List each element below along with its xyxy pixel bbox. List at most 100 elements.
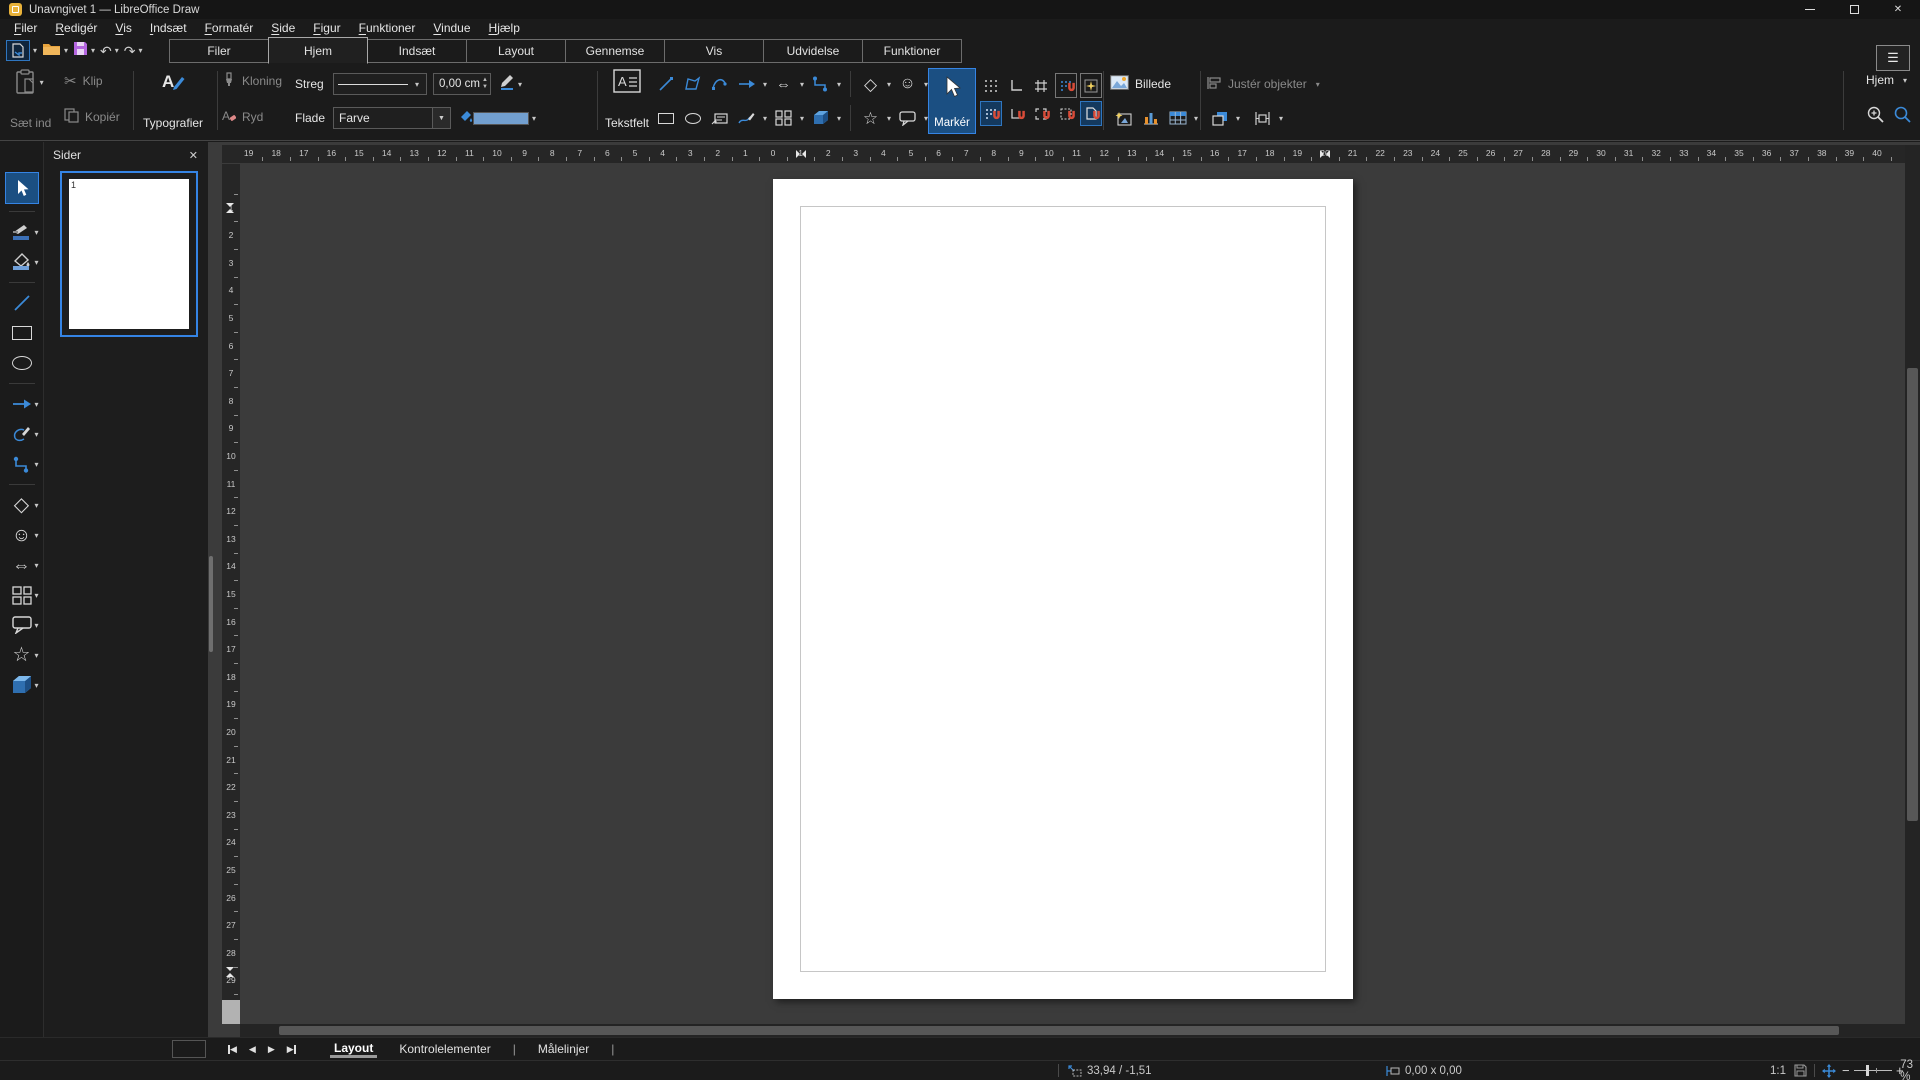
lines-arrows-dropdown[interactable]: ▾ [32, 400, 42, 409]
fill-color-button[interactable]: ▾ [459, 109, 539, 128]
menu-formater[interactable]: Formatér [196, 19, 263, 38]
redo-button[interactable]: ↷ ▾ [124, 44, 146, 58]
open-dropdown[interactable]: ▾ [61, 46, 71, 55]
connector-tool[interactable] [807, 71, 834, 98]
line-color-dropdown[interactable]: ▾ [515, 80, 525, 89]
minimize-button[interactable] [1788, 0, 1832, 19]
paste-dropdown[interactable]: ▾ [37, 78, 47, 87]
callouts-button[interactable]: ▾ [2, 610, 42, 640]
line-tool[interactable] [652, 71, 679, 98]
vertical-text-tool[interactable] [706, 105, 733, 132]
save-dropdown[interactable]: ▾ [88, 46, 98, 55]
snap-to-page-active-toggle[interactable] [1080, 101, 1102, 126]
styles-button[interactable]: A Typografier [139, 63, 207, 135]
stars-button[interactable]: ☆ ▾ [2, 640, 42, 670]
distribute-dropdown[interactable]: ▾ [1276, 114, 1286, 123]
spinner-arrows[interactable]: ▲▼ [482, 77, 488, 90]
connector-dropdown[interactable]: ▾ [834, 80, 844, 89]
snap-to-object-frame-toggle[interactable] [1055, 101, 1077, 126]
fill-type-dropdown-button[interactable]: ▼ [432, 108, 450, 128]
zoom-dialog-button[interactable] [1893, 105, 1912, 129]
image-effects-button[interactable] [1110, 105, 1137, 132]
fill-color-tool-button[interactable]: ▾ [2, 247, 42, 277]
redo-dropdown[interactable]: ▾ [135, 46, 145, 55]
callouts-tool[interactable] [894, 105, 921, 132]
snap-to-grid-active-toggle[interactable] [980, 101, 1002, 126]
tab-funktioner[interactable]: Funktioner [862, 39, 962, 63]
last-page-button[interactable]: ▶ [287, 1044, 296, 1055]
symbol-shapes-sb-dropdown[interactable]: ▾ [32, 531, 42, 540]
select-button[interactable]: Markér [928, 68, 976, 134]
horizontal-scrollbar-thumb[interactable] [279, 1026, 1839, 1035]
align-dropdown[interactable]: ▾ [1313, 80, 1323, 89]
curve-tool[interactable] [706, 71, 733, 98]
align-objects-button[interactable]: Justér objekter ▾ [1206, 71, 1323, 97]
fill-type-select[interactable]: Farve ▼ [333, 107, 451, 129]
tab-filer[interactable]: Filer [169, 39, 269, 63]
undo-dropdown[interactable]: ▾ [112, 46, 122, 55]
stars-sb-dropdown[interactable]: ▾ [32, 651, 42, 660]
3d-objects-dropdown[interactable]: ▾ [834, 114, 844, 123]
menu-indsaet[interactable]: Indsæt [141, 19, 196, 38]
menu-side[interactable]: Side [262, 19, 304, 38]
zoom-out-button[interactable]: − [1842, 1061, 1850, 1080]
select-tool-button[interactable] [5, 172, 39, 204]
tab-udvidelse[interactable]: Udvidelse [763, 39, 863, 63]
previous-page-button[interactable]: ◀ [249, 1044, 256, 1055]
vruler-margin-marker[interactable] [226, 203, 235, 213]
snap-to-object-points-toggle[interactable] [1080, 73, 1102, 98]
menu-filer[interactable]: Filer [5, 19, 46, 38]
object-size-field[interactable]: 0,00 x 0,00 [1385, 1061, 1462, 1080]
block-arrows-button[interactable]: ⇔ ▾ [2, 550, 42, 580]
distribute-button[interactable] [1249, 105, 1276, 132]
page-thumbnail-selected[interactable]: 1 [60, 171, 198, 337]
horizontal-ruler[interactable]: 1918171615141312111098765432101234567891… [240, 145, 1905, 163]
insert-chart-button[interactable] [1137, 105, 1164, 132]
curves-polygons-button[interactable]: ▾ [2, 419, 42, 449]
rectangle-tool[interactable] [652, 105, 679, 132]
menubar-toggle-button[interactable]: ☰ [1876, 45, 1910, 71]
snap-to-snap-lines-toggle[interactable] [1005, 101, 1027, 126]
callouts-sb-dropdown[interactable]: ▾ [32, 621, 42, 630]
insert-line-button[interactable] [2, 288, 42, 318]
menu-vis[interactable]: Vis [106, 19, 140, 38]
paste-button[interactable]: ▾ Sæt ind [6, 63, 55, 135]
arrow-line-tool[interactable] [733, 71, 760, 98]
display-snap-guides-toggle[interactable] [1030, 73, 1052, 98]
basic-shapes-button[interactable]: ◇ ▾ [2, 490, 42, 520]
new-document-dropdown[interactable]: ▾ [30, 46, 40, 55]
next-page-button[interactable]: ▶ [268, 1044, 275, 1055]
fit-page-button[interactable] [1822, 1061, 1836, 1080]
menu-hjaelp[interactable]: Hjælp [480, 19, 529, 38]
vruler-margin-marker[interactable] [226, 967, 235, 977]
block-arrows-sb-dropdown[interactable]: ▾ [32, 561, 42, 570]
basic-shapes-sb-dropdown[interactable]: ▾ [32, 501, 42, 510]
cursor-position-field[interactable]: 33,94 / -1,51 [1068, 1061, 1152, 1080]
save-button[interactable]: ▾ [73, 41, 98, 61]
connectors-button[interactable]: ▾ [2, 449, 42, 479]
layer-tab-kontrolelementer[interactable]: Kontrolelementer [399, 1042, 490, 1056]
polygon-tool[interactable] [679, 71, 706, 98]
connectors-dropdown[interactable]: ▾ [32, 460, 42, 469]
display-grid-toggle[interactable] [980, 73, 1002, 98]
fill-color-dropdown[interactable]: ▾ [529, 114, 539, 123]
menu-funktioner[interactable]: Funktioner [350, 19, 425, 38]
clone-formatting-button[interactable]: Kloning [222, 68, 282, 94]
line-color-button[interactable]: ▾ [499, 74, 525, 95]
symbol-shapes-button[interactable]: ☺ ▾ [2, 520, 42, 550]
line-width-spinner[interactable]: 0,00 cm ▲▼ [433, 73, 491, 95]
menu-vindue[interactable]: Vindue [424, 19, 479, 38]
flowchart-button[interactable]: ▾ [2, 580, 42, 610]
flowchart-dropdown[interactable]: ▾ [797, 114, 807, 123]
tab-layout[interactable]: Layout [466, 39, 566, 63]
menu-rediger[interactable]: Redigér [46, 19, 106, 38]
insert-ellipse-button[interactable] [2, 348, 42, 378]
fill-color-tool-dropdown[interactable]: ▾ [32, 258, 42, 267]
hruler-margin-marker[interactable] [796, 150, 806, 159]
new-document-button[interactable]: ▾ [6, 40, 40, 61]
horizontal-scrollbar[interactable] [240, 1024, 1905, 1037]
maximize-button[interactable] [1832, 0, 1876, 19]
tab-hjem[interactable]: Hjem [268, 37, 368, 64]
open-button[interactable]: ▾ [42, 41, 71, 61]
tab-gennemse[interactable]: Gennemse [565, 39, 665, 63]
